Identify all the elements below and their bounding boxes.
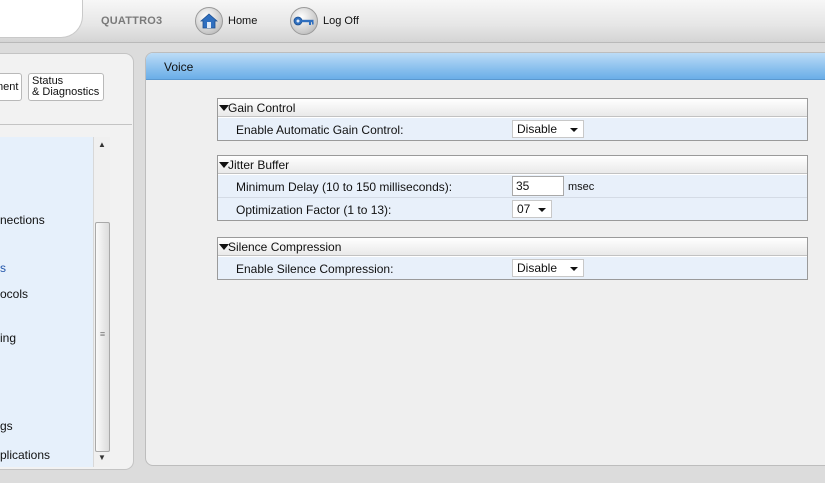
agc-row: Enable Automatic Gain Control: Disable [218, 117, 807, 140]
tab-management[interactable]: ment [0, 73, 22, 101]
nav-item-applications[interactable]: plications [0, 448, 50, 462]
jitter-buffer-title: Jitter Buffer [228, 158, 290, 172]
min-delay-row: Minimum Delay (10 to 150 milliseconds): … [218, 174, 807, 197]
agc-select[interactable]: Disable [512, 120, 584, 138]
gain-control-header[interactable]: Gain Control [218, 99, 807, 117]
scroll-up-icon[interactable]: ▲ [94, 140, 110, 152]
nav-item-connections[interactable]: nections [0, 213, 45, 227]
gain-control-group: Gain Control Enable Automatic Gain Contr… [217, 98, 808, 141]
nav-item-selected[interactable]: s [0, 261, 6, 275]
sidebar-scrollbar[interactable]: ▲ ≡ ▼ [93, 137, 110, 467]
jitter-buffer-header[interactable]: Jitter Buffer [218, 156, 807, 174]
nav-item-settings[interactable]: gs [0, 419, 13, 433]
silence-compression-header[interactable]: Silence Compression [218, 238, 807, 256]
jitter-buffer-group: Jitter Buffer Minimum Delay (10 to 150 m… [217, 155, 808, 221]
silence-enable-select[interactable]: Disable [512, 259, 584, 277]
silence-compression-group: Silence Compression Enable Silence Compr… [217, 237, 808, 280]
tab-management-label: ment [0, 80, 19, 93]
tab-status-label-line2: & Diagnostics [32, 86, 100, 98]
gain-control-title: Gain Control [228, 101, 296, 115]
key-icon [290, 7, 318, 35]
dropdown-arrow-icon [570, 267, 578, 271]
nav-item-routing[interactable]: ing [0, 331, 16, 345]
agc-label: Enable Automatic Gain Control: [236, 123, 404, 137]
opt-factor-select[interactable]: 07 [512, 200, 552, 218]
logoff-button[interactable]: Log Off [290, 7, 359, 35]
opt-factor-label: Optimization Factor (1 to 13): [236, 203, 392, 217]
min-delay-input[interactable] [512, 176, 564, 196]
home-button[interactable]: Home [195, 7, 257, 35]
nav-item-protocols[interactable]: ocols [0, 287, 28, 301]
page-title: Voice [164, 60, 194, 74]
tab-status-diagnostics[interactable]: Status & Diagnostics [28, 73, 104, 101]
scroll-down-icon[interactable]: ▼ [94, 453, 110, 465]
silence-compression-title: Silence Compression [228, 240, 342, 254]
home-label: Home [228, 15, 258, 27]
device-name: QUATTRO3 [101, 15, 163, 27]
grip-icon: ≡ [99, 329, 106, 339]
scrollbar-thumb[interactable]: ≡ [95, 222, 110, 452]
opt-factor-row: Optimization Factor (1 to 13): 07 [218, 197, 807, 220]
logoff-label: Log Off [323, 15, 359, 27]
dropdown-arrow-icon [570, 128, 578, 132]
logo-area [0, 0, 83, 38]
min-delay-label: Minimum Delay (10 to 150 milliseconds): [236, 180, 453, 194]
dropdown-arrow-icon [538, 208, 546, 212]
silence-enable-label: Enable Silence Compression: [236, 262, 394, 276]
page-header: Voice [146, 53, 825, 80]
top-bar: QUATTRO3 Home Log Off [0, 0, 825, 43]
navigation-tree: nections s ocols ing gs plications [0, 137, 93, 467]
silence-enable-select-value: Disable [517, 261, 558, 275]
tab-divider [0, 124, 132, 125]
min-delay-unit: msec [568, 181, 595, 193]
agc-select-value: Disable [517, 122, 558, 136]
opt-factor-select-value: 07 [517, 202, 531, 216]
home-icon [195, 7, 223, 35]
silence-enable-row: Enable Silence Compression: Disable [218, 256, 807, 279]
